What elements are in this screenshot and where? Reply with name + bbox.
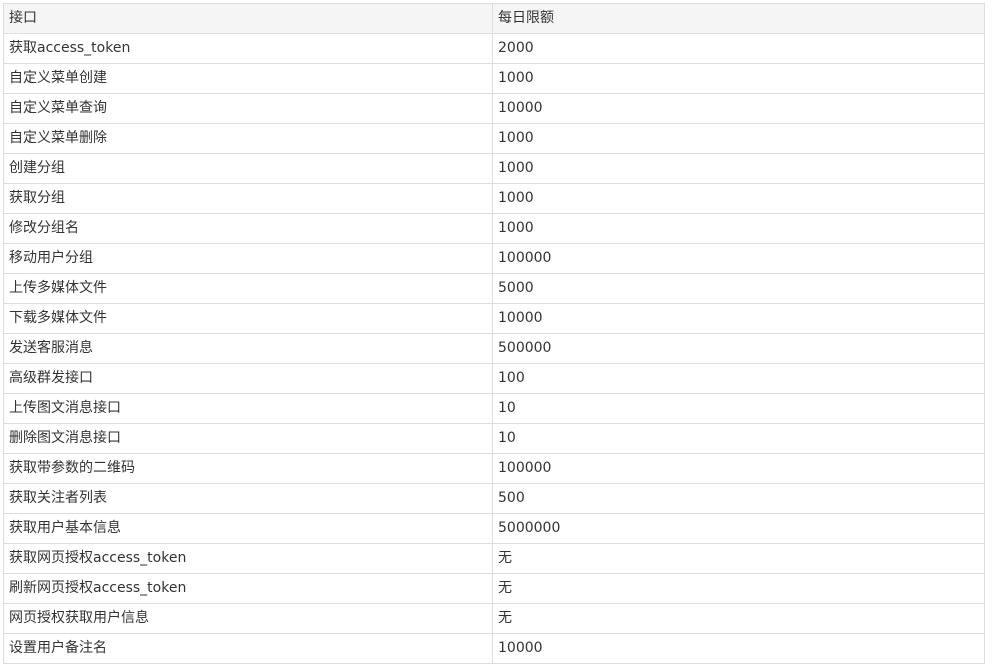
cell-api-name: 创建分组 [3,153,493,184]
cell-daily-limit: 100 [492,363,985,394]
cell-api-name: 获取用户基本信息 [3,513,493,544]
cell-daily-limit: 1000 [492,123,985,154]
table-row: 创建分组 1000 [3,153,985,184]
table-row: 获取access_token 2000 [3,33,985,64]
cell-daily-limit: 无 [492,603,985,634]
table-row: 自定义菜单删除 1000 [3,123,985,154]
table-row: 上传多媒体文件 5000 [3,273,985,304]
cell-daily-limit: 5000 [492,273,985,304]
cell-daily-limit: 10000 [492,93,985,124]
table-row: 移动用户分组 100000 [3,243,985,274]
cell-api-name: 获取分组 [3,183,493,214]
cell-daily-limit: 500000 [492,333,985,364]
cell-api-name: 刷新网页授权access_token [3,573,493,604]
cell-api-name: 自定义菜单删除 [3,123,493,154]
table-body: 获取access_token 2000 自定义菜单创建 1000 自定义菜单查询 1000… [3,33,985,664]
cell-api-name: 上传图文消息接口 [3,393,493,424]
table-row: 删除图文消息接口 10 [3,423,985,454]
cell-daily-limit: 100000 [492,453,985,484]
cell-api-name: 获取access_token [3,33,493,64]
cell-api-name: 获取网页授权access_token [3,543,493,574]
cell-api-name: 网页授权获取用户信息 [3,603,493,634]
api-limits-table: 接口 每日限额 获取access_token 2000 自定义菜单创建 1000 自定义… [3,3,985,664]
table-row: 刷新网页授权access_token 无 [3,573,985,604]
cell-api-name: 发送客服消息 [3,333,493,364]
table-row: 获取带参数的二维码 100000 [3,453,985,484]
table-row: 获取用户基本信息 5000000 [3,513,985,544]
table-row: 自定义菜单查询 10000 [3,93,985,124]
cell-daily-limit: 500 [492,483,985,514]
table-row: 获取关注者列表 500 [3,483,985,514]
header-daily-limit: 每日限额 [492,3,985,34]
table-row: 获取分组 1000 [3,183,985,214]
table-row: 网页授权获取用户信息无 [3,603,985,634]
cell-daily-limit: 1000 [492,153,985,184]
table-row: 下载多媒体文件 10000 [3,303,985,334]
cell-api-name: 删除图文消息接口 [3,423,493,454]
cell-api-name: 获取关注者列表 [3,483,493,514]
cell-daily-limit: 10 [492,393,985,424]
table-row: 修改分组名 1000 [3,213,985,244]
cell-daily-limit: 10000 [492,303,985,334]
cell-api-name: 高级群发接口 [3,363,493,394]
header-row: 接口 每日限额 [3,3,985,34]
table-row: 获取网页授权access_token 无 [3,543,985,574]
cell-api-name: 设置用户备注名 [3,633,493,664]
cell-api-name: 上传多媒体文件 [3,273,493,304]
cell-api-name: 下载多媒体文件 [3,303,493,334]
table-row: 设置用户备注名 10000 [3,633,985,664]
header-api: 接口 [3,3,493,34]
cell-api-name: 移动用户分组 [3,243,493,274]
cell-daily-limit: 10 [492,423,985,454]
table-row: 上传图文消息接口 10 [3,393,985,424]
cell-daily-limit: 10000 [492,633,985,664]
table-row: 高级群发接口 100 [3,363,985,394]
table-header: 接口 每日限额 [3,3,985,34]
cell-daily-limit: 2000 [492,33,985,64]
cell-api-name: 修改分组名 [3,213,493,244]
cell-daily-limit: 无 [492,543,985,574]
cell-api-name: 获取带参数的二维码 [3,453,493,484]
cell-daily-limit: 1000 [492,213,985,244]
cell-daily-limit: 1000 [492,63,985,94]
cell-api-name: 自定义菜单查询 [3,93,493,124]
cell-daily-limit: 1000 [492,183,985,214]
cell-daily-limit: 100000 [492,243,985,274]
cell-daily-limit: 5000000 [492,513,985,544]
cell-api-name: 自定义菜单创建 [3,63,493,94]
table-row: 发送客服消息 500000 [3,333,985,364]
cell-daily-limit: 无 [492,573,985,604]
table-row: 自定义菜单创建 1000 [3,63,985,94]
